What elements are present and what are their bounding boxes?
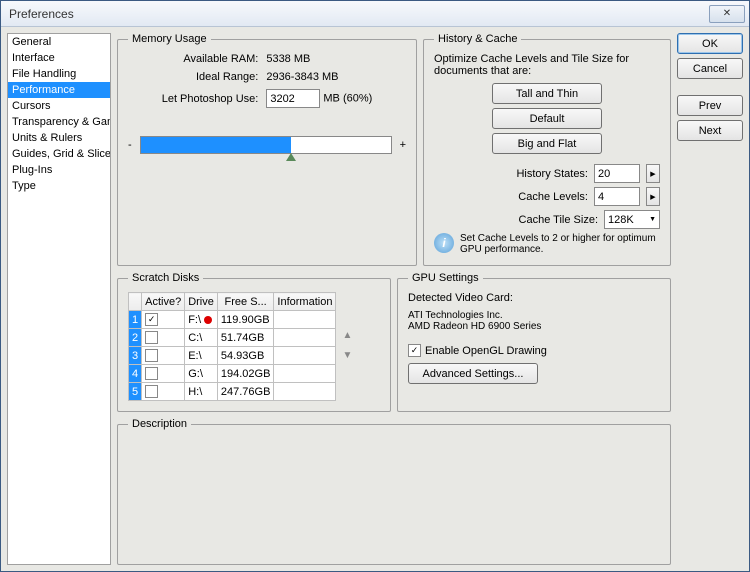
default-button[interactable]: Default xyxy=(492,108,602,129)
table-row[interactable]: 4G:\194.02GB xyxy=(129,365,336,383)
enable-opengl-label: Enable OpenGL Drawing xyxy=(425,345,547,357)
table-row[interactable]: 2C:\51.74GB xyxy=(129,329,336,347)
window-controls: ✕ xyxy=(709,5,745,23)
table-row[interactable]: 5H:\247.76GB xyxy=(129,383,336,401)
detected-card-label: Detected Video Card: xyxy=(408,292,660,304)
info-icon: i xyxy=(434,233,454,253)
active-dot-icon xyxy=(204,316,212,324)
gpu-settings-group: GPU Settings Detected Video Card: ATI Te… xyxy=(397,272,671,412)
big-flat-button[interactable]: Big and Flat xyxy=(492,133,602,154)
col-free[interactable]: Free S... xyxy=(217,293,274,311)
history-states-stepper[interactable]: ▶ xyxy=(646,164,660,183)
col-info[interactable]: Information xyxy=(274,293,336,311)
history-legend: History & Cache xyxy=(434,33,521,45)
ideal-range-label: Ideal Range: xyxy=(162,71,259,83)
available-ram-value: 5338 MB xyxy=(266,53,372,65)
description-group: Description xyxy=(117,418,671,565)
sidebar-item-transparency[interactable]: Transparency & Gamut xyxy=(8,114,110,130)
gpu-legend: GPU Settings xyxy=(408,272,483,284)
gpu-card: AMD Radeon HD 6900 Series xyxy=(408,321,660,332)
cache-levels-stepper[interactable]: ▶ xyxy=(646,187,660,206)
memory-legend: Memory Usage xyxy=(128,33,211,45)
slider-plus: + xyxy=(400,139,406,151)
sidebar-item-cursors[interactable]: Cursors xyxy=(8,98,110,114)
sidebar-item-units[interactable]: Units & Rulers xyxy=(8,130,110,146)
history-states-label: History States: xyxy=(516,168,588,180)
move-down-icon[interactable]: ▼ xyxy=(340,350,354,364)
ideal-range-value: 2936-3843 MB xyxy=(266,71,372,83)
sidebar-item-performance[interactable]: Performance xyxy=(8,82,110,98)
ok-button[interactable]: OK xyxy=(677,33,743,54)
photoshop-use-suffix: MB (60%) xyxy=(323,93,372,105)
next-button[interactable]: Next xyxy=(677,120,743,141)
sidebar-item-file-handling[interactable]: File Handling xyxy=(8,66,110,82)
history-states-input[interactable]: 20 xyxy=(594,164,640,183)
scratch-legend: Scratch Disks xyxy=(128,272,203,284)
slider-fill xyxy=(141,137,291,153)
checkbox-icon[interactable] xyxy=(145,367,158,380)
sidebar-item-guides[interactable]: Guides, Grid & Slices xyxy=(8,146,110,162)
preferences-window: Preferences ✕ General Interface File Han… xyxy=(0,0,750,572)
tall-thin-button[interactable]: Tall and Thin xyxy=(492,83,602,104)
history-cache-group: History & Cache Optimize Cache Levels an… xyxy=(423,33,671,266)
scratch-disks-group: Scratch Disks Active? Drive Free S... In… xyxy=(117,272,391,412)
window-title: Preferences xyxy=(5,7,74,21)
cache-tile-select[interactable]: 128K ▼ xyxy=(604,210,660,229)
titlebar: Preferences ✕ xyxy=(1,1,749,27)
sidebar-item-plugins[interactable]: Plug-Ins xyxy=(8,162,110,178)
col-drive[interactable]: Drive xyxy=(185,293,218,311)
scratch-table: Active? Drive Free S... Information 1F:\… xyxy=(128,292,336,401)
gpu-vendor: ATI Technologies Inc. xyxy=(408,310,660,321)
memory-slider[interactable] xyxy=(140,136,392,154)
table-row[interactable]: 3E:\54.93GB xyxy=(129,347,336,365)
cache-tile-label: Cache Tile Size: xyxy=(519,214,598,226)
advanced-settings-button[interactable]: Advanced Settings... xyxy=(408,363,538,384)
table-row[interactable]: 1F:\ 119.90GB xyxy=(129,311,336,329)
chevron-down-icon: ▼ xyxy=(649,216,656,223)
prev-button[interactable]: Prev xyxy=(677,95,743,116)
checkbox-icon[interactable] xyxy=(145,349,158,362)
available-ram-label: Available RAM: xyxy=(162,53,259,65)
memory-usage-group: Memory Usage Available RAM: 5338 MB Idea… xyxy=(117,33,417,266)
sidebar-item-general[interactable]: General xyxy=(8,34,110,50)
slider-thumb-icon[interactable] xyxy=(286,153,296,161)
checkbox-icon[interactable] xyxy=(145,385,158,398)
cancel-button[interactable]: Cancel xyxy=(677,58,743,79)
sidebar-item-interface[interactable]: Interface xyxy=(8,50,110,66)
move-up-icon[interactable]: ▲ xyxy=(340,330,354,344)
cache-levels-input[interactable]: 4 xyxy=(594,187,640,206)
history-desc: Optimize Cache Levels and Tile Size for … xyxy=(434,53,660,77)
sidebar-item-type[interactable]: Type xyxy=(8,178,110,194)
description-legend: Description xyxy=(128,418,191,430)
cache-levels-label: Cache Levels: xyxy=(518,191,588,203)
slider-minus: - xyxy=(128,139,132,151)
photoshop-use-input[interactable] xyxy=(266,89,320,108)
enable-opengl-checkbox[interactable]: ✓ xyxy=(408,344,421,357)
cache-info-text: Set Cache Levels to 2 or higher for opti… xyxy=(460,233,660,255)
photoshop-use-label: Let Photoshop Use: xyxy=(162,93,259,105)
checkbox-icon[interactable] xyxy=(145,331,158,344)
col-active[interactable]: Active? xyxy=(142,293,185,311)
close-icon[interactable]: ✕ xyxy=(709,5,745,23)
category-sidebar: General Interface File Handling Performa… xyxy=(7,33,111,565)
checkbox-icon[interactable] xyxy=(145,313,158,326)
